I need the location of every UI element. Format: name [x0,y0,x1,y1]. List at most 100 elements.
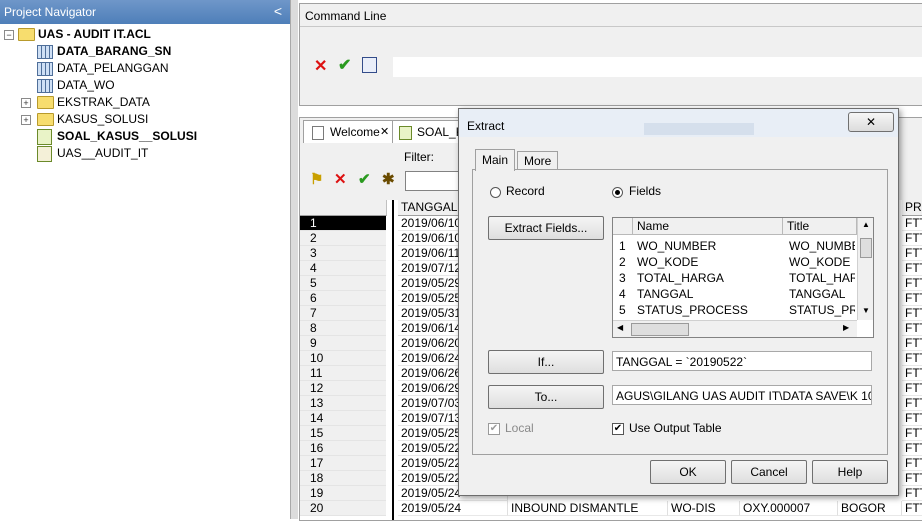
row-number[interactable]: 10 [300,351,386,366]
row-number[interactable]: 7 [300,306,386,321]
field-title[interactable]: WO_KODE [789,254,855,270]
if-button[interactable]: If... [488,350,604,374]
cell-kode[interactable]: WO-DIS [668,501,740,516]
scroll-h-thumb[interactable] [631,323,689,336]
close-dialog-button[interactable]: ✕ [848,112,894,132]
row-number[interactable]: 18 [300,471,386,486]
cell-pr[interactable]: FTT [902,291,922,306]
row-number[interactable]: 8 [300,321,386,336]
field-title[interactable]: TOTAL_HAR [789,270,855,286]
cell-pr[interactable]: FTT [902,441,922,456]
remove-filter-icon[interactable]: ✕ [334,170,347,188]
scroll-right-icon[interactable]: ▶ [843,323,849,332]
cell-pr[interactable]: FTT [902,411,922,426]
tree-item-kasus-solusi[interactable]: + KASUS_SOLUSI [0,111,290,128]
row-number[interactable]: 12 [300,381,386,396]
row-number[interactable]: 14 [300,411,386,426]
run-command-icon[interactable]: ✔ [338,55,351,75]
row-number[interactable]: 16 [300,441,386,456]
row-number[interactable]: 17 [300,456,386,471]
cell-pr[interactable]: FTT [902,471,922,486]
scroll-up-icon[interactable]: ▲ [862,220,870,229]
row-number[interactable]: 4 [300,261,386,276]
navigator-splitter[interactable] [291,0,298,519]
record-radio[interactable] [490,187,501,198]
tree-item-soal-kasus-solusi[interactable]: SOAL_KASUS__SOLUSI [0,128,290,145]
cancel-button[interactable]: Cancel [731,460,807,484]
close-tab-icon[interactable]: ✕ [380,121,389,143]
tree-item-uas-audit-it[interactable]: UAS__AUDIT_IT [0,145,290,162]
cell-kategori[interactable]: INBOUND DISMANTLE [508,501,668,516]
local-checkbox[interactable]: ✔ [488,423,500,435]
row-number[interactable]: 1 [300,216,386,231]
field-name[interactable]: STATUS_PROCESS [637,302,781,318]
expand-tree-icon[interactable]: + [21,115,31,125]
filter-history-icon[interactable]: ✱ [382,170,395,188]
row-number[interactable]: 19 [300,486,386,501]
tab-welcome[interactable]: Welcome ✕ [303,120,393,143]
cell-pr[interactable]: FTT [902,336,922,351]
cell-pr[interactable]: FTT [902,276,922,291]
tree-item-ekstrak-data[interactable]: + EKSTRAK_DATA [0,94,290,111]
command-history-icon[interactable] [362,57,377,73]
field-name[interactable]: TANGGAL [637,286,781,302]
row-number[interactable]: 11 [300,366,386,381]
row-number[interactable]: 6 [300,291,386,306]
use-output-table-checkbox[interactable]: ✔ [612,423,624,435]
tab-soal-kasus[interactable]: SOAL_K [392,120,464,143]
fields-radio[interactable] [612,187,623,198]
edit-filter-icon[interactable]: ⚑ [310,170,323,188]
clear-command-icon[interactable]: ✕ [314,56,327,76]
row-number[interactable]: 5 [300,276,386,291]
fields-header-title[interactable]: Title [783,218,857,235]
cell-pr[interactable]: FTT [902,246,922,261]
cell-pr[interactable]: FTT [902,261,922,276]
ok-button[interactable]: OK [650,460,726,484]
field-title[interactable]: STATUS_PRO [789,302,855,318]
command-input[interactable] [393,57,922,77]
tree-project-root[interactable]: − UAS - AUDIT IT.ACL [0,26,290,43]
to-button[interactable]: To... [488,385,604,409]
cell-pr[interactable]: FTT [902,501,922,516]
cell-pr[interactable]: FTT [902,216,922,231]
fields-horizontal-scrollbar[interactable]: ◀ ▶ [613,320,857,337]
if-expression-field[interactable]: TANGGAL = `20190522` [612,351,872,371]
cell-pr[interactable]: FTT [902,306,922,321]
cell-lokasi[interactable]: BOGOR [838,501,902,516]
scroll-down-icon[interactable]: ▼ [862,306,870,315]
cell-tanggal[interactable]: 2019/05/24 [398,501,508,516]
tree-item-data-wo[interactable]: DATA_WO [0,77,290,94]
apply-filter-icon[interactable]: ✔ [358,170,371,188]
field-name[interactable]: TOTAL_HARGA [637,270,781,286]
expand-tree-icon[interactable]: + [21,98,31,108]
collapse-tree-icon[interactable]: − [4,30,14,40]
cell-pr[interactable]: FTT [902,426,922,441]
tab-more[interactable]: More [517,151,559,170]
scroll-left-icon[interactable]: ◀ [617,323,623,332]
filter-input[interactable] [405,171,461,191]
field-title[interactable]: WO_NUMBE [789,238,855,254]
tab-main[interactable]: Main [475,149,516,171]
field-name[interactable]: WO_NUMBER [637,238,781,254]
column-header-pr[interactable]: PR [902,200,922,216]
cell-pr[interactable]: FTT [902,231,922,246]
cell-pr[interactable]: FTT [902,396,922,411]
row-number[interactable]: 3 [300,246,386,261]
cell-pr[interactable]: FTT [902,381,922,396]
row-number[interactable]: 15 [300,426,386,441]
row-number[interactable]: 13 [300,396,386,411]
cell-pr[interactable]: FTT [902,351,922,366]
help-button[interactable]: Help [812,460,888,484]
scroll-thumb[interactable] [860,238,872,258]
row-number[interactable]: 20 [300,501,386,516]
fields-vertical-scrollbar[interactable]: ▲ ▼ [857,218,873,320]
field-name[interactable]: WO_KODE [637,254,781,270]
output-path-field[interactable]: AGUS\GILANG UAS AUDIT IT\DATA SAVE\K 10.… [612,385,872,405]
cell-pr[interactable]: FTT [902,321,922,336]
cell-pr[interactable]: FTT [902,486,922,501]
row-number[interactable]: 2 [300,231,386,246]
row-number[interactable]: 9 [300,336,386,351]
tree-item-data-pelanggan[interactable]: DATA_PELANGGAN [0,60,290,77]
field-title[interactable]: TANGGAL [789,286,855,302]
fields-header-name[interactable]: Name [633,218,783,235]
